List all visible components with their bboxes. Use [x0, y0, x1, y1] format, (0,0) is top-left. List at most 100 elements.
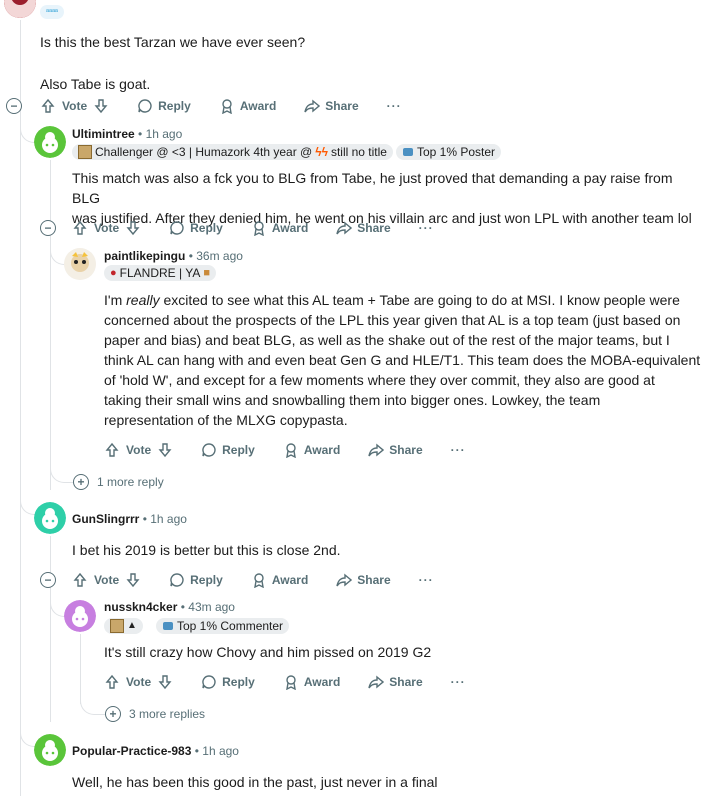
- reply-button[interactable]: Reply: [169, 572, 223, 588]
- award-button[interactable]: Award: [251, 572, 308, 588]
- comment-body: I'm really excited to see what this AL t…: [104, 290, 700, 430]
- share-label: Share: [389, 675, 423, 689]
- user-flair: ᵃᵃᵃᵃ: [40, 5, 64, 19]
- comment-author[interactable]: nusskn4cker • 43m ago: [104, 600, 235, 614]
- username-link[interactable]: GunSlingrrr: [72, 512, 139, 526]
- upvote-icon[interactable]: [104, 674, 120, 690]
- avatar[interactable]: [4, 0, 36, 18]
- award-button[interactable]: Award: [219, 98, 276, 114]
- downvote-icon[interactable]: [157, 674, 173, 690]
- avatar[interactable]: [34, 734, 66, 766]
- username-link[interactable]: nusskn4cker: [104, 600, 177, 614]
- reply-icon: [138, 99, 152, 113]
- user-flair: ▲: [104, 618, 143, 634]
- comment-body: I bet his 2019 is better but this is clo…: [72, 540, 341, 560]
- comment-time: 1h ago: [145, 127, 183, 141]
- username-link[interactable]: Popular-Practice-983: [72, 744, 191, 758]
- avatar[interactable]: [34, 126, 66, 158]
- username-link[interactable]: paintlikepingu: [104, 249, 185, 263]
- downvote-icon[interactable]: [125, 220, 141, 236]
- more-options-button[interactable]: ···: [419, 573, 434, 587]
- award-label: Award: [239, 99, 277, 113]
- collapse-thread-button[interactable]: −: [6, 98, 22, 114]
- vote-group: Vote: [72, 220, 141, 236]
- reply-button[interactable]: Reply: [137, 98, 191, 114]
- award-button[interactable]: Award: [283, 442, 340, 458]
- share-button[interactable]: Share: [368, 442, 423, 458]
- more-options-button[interactable]: ···: [419, 221, 434, 235]
- reply-button[interactable]: Reply: [201, 442, 255, 458]
- avatar[interactable]: [64, 248, 96, 280]
- share-button[interactable]: Share: [336, 572, 391, 588]
- award-icon: [221, 99, 232, 114]
- more-replies-label: 1 more reply: [97, 475, 164, 489]
- reply-label: Reply: [190, 573, 223, 587]
- vote-label: Vote: [94, 573, 120, 587]
- award-icon: [285, 675, 296, 690]
- award-button[interactable]: Award: [283, 674, 340, 690]
- badge-text: Top 1% Commenter: [177, 619, 284, 633]
- dog-icon: ■: [203, 267, 211, 279]
- reply-icon: [202, 675, 216, 689]
- more-options-button[interactable]: ···: [451, 443, 466, 457]
- vote-label: Vote: [126, 443, 152, 457]
- top-poster-badge: Top 1% Poster: [396, 144, 502, 160]
- share-button[interactable]: Share: [304, 98, 359, 114]
- downvote-icon[interactable]: [93, 98, 109, 114]
- vote-label: Vote: [62, 99, 88, 113]
- more-options-button[interactable]: ···: [451, 675, 466, 689]
- upvote-icon[interactable]: [72, 572, 88, 588]
- reply-icon: [202, 443, 216, 457]
- share-button[interactable]: Share: [336, 220, 391, 236]
- text-fragment: excited to see what this AL team + Tabe …: [159, 292, 680, 308]
- comment-author[interactable]: Popular-Practice-983 • 1h ago: [72, 744, 239, 758]
- vote-group: Vote: [40, 98, 109, 114]
- share-icon: [336, 221, 353, 235]
- reply-button[interactable]: Reply: [169, 220, 223, 236]
- award-label: Award: [303, 443, 341, 457]
- upvote-icon[interactable]: [72, 220, 88, 236]
- award-icon: [285, 443, 296, 458]
- vote-group: Vote: [104, 674, 173, 690]
- flair-text: Challenger @ <3 | Humazork 4th year @: [95, 145, 313, 159]
- collapse-thread-button[interactable]: −: [40, 220, 56, 236]
- comment-author[interactable]: GunSlingrrr • 1h ago: [72, 512, 187, 526]
- reply-label: Reply: [222, 443, 255, 457]
- username-link[interactable]: Ultimintree: [72, 127, 135, 141]
- thread-connector: [20, 722, 35, 747]
- comment-body: Is this the best Tarzan we have ever see…: [40, 32, 305, 94]
- comment-actions: Vote Reply Award Share ···: [72, 570, 434, 590]
- thread-connector: [20, 490, 35, 515]
- share-icon: [368, 675, 385, 689]
- comment-line: concerned about the prospects of the LPL…: [104, 312, 681, 328]
- reply-button[interactable]: Reply: [201, 674, 255, 690]
- more-replies-button[interactable]: + 3 more replies: [105, 706, 205, 722]
- flair-text: FLANDRE | YA: [119, 266, 201, 280]
- share-label: Share: [325, 99, 359, 113]
- user-flair: Challenger @ <3 | Humazork 4th year @ ϟϟ…: [72, 144, 393, 160]
- comment-line: I'm really excited to see what this AL t…: [104, 290, 700, 310]
- user-flair: ● FLANDRE | YA ■: [104, 265, 217, 281]
- expand-icon: +: [105, 706, 121, 722]
- comment-author[interactable]: Ultimintree • 1h ago: [72, 127, 182, 141]
- more-options-button[interactable]: ···: [387, 99, 402, 113]
- upvote-icon[interactable]: [40, 98, 56, 114]
- vote-group: Vote: [72, 572, 141, 588]
- avatar[interactable]: [64, 600, 96, 632]
- comment-line: This match was also a fck you to BLG fro…: [72, 170, 673, 206]
- collapse-thread-button[interactable]: −: [40, 572, 56, 588]
- comment-author[interactable]: paintlikepingu • 36m ago: [104, 249, 243, 263]
- comment-actions: Vote Reply Award Share ···: [40, 96, 402, 116]
- avatar[interactable]: [34, 502, 66, 534]
- thread-connector: [50, 592, 65, 617]
- downvote-icon[interactable]: [157, 442, 173, 458]
- flair-icon: [110, 619, 124, 633]
- upvote-icon[interactable]: [104, 442, 120, 458]
- share-button[interactable]: Share: [368, 674, 423, 690]
- more-replies-button[interactable]: + 1 more reply: [73, 474, 164, 490]
- downvote-icon[interactable]: [125, 572, 141, 588]
- award-button[interactable]: Award: [251, 220, 308, 236]
- vote-group: Vote: [104, 442, 173, 458]
- comment-body: Well, he has been this good in the past,…: [72, 772, 438, 792]
- comment-line: I bet his 2019 is better but this is clo…: [72, 542, 341, 558]
